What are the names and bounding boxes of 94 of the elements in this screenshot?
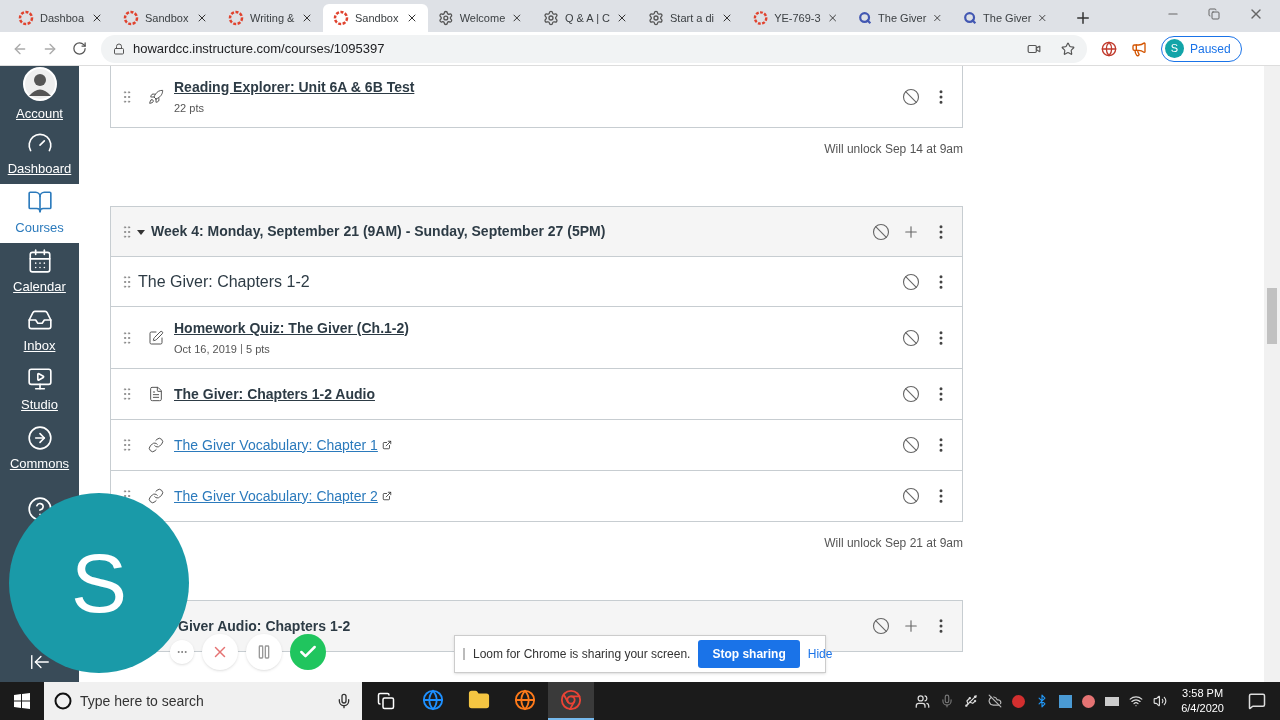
unpublished-icon[interactable] bbox=[902, 436, 920, 454]
close-tab-icon[interactable] bbox=[406, 12, 418, 24]
unpublished-icon[interactable] bbox=[902, 272, 920, 291]
new-tab-icon[interactable] bbox=[1074, 9, 1092, 27]
address-bar[interactable]: howardcc.instructure.com/courses/1095397 bbox=[101, 34, 1087, 63]
cortana-icon bbox=[54, 692, 72, 710]
people-icon[interactable] bbox=[915, 693, 931, 709]
circle-icon bbox=[963, 10, 978, 26]
caret-icon bbox=[137, 227, 145, 236]
gear-icon bbox=[543, 10, 559, 26]
browser-tab[interactable]: Sandbox bbox=[113, 4, 218, 32]
bookmark-icon[interactable] bbox=[1061, 41, 1075, 56]
unlock-note: Will unlock Sep 21 at 9am bbox=[824, 535, 963, 552]
volume-icon[interactable] bbox=[1153, 694, 1168, 708]
browser-tab[interactable]: Dashboa bbox=[8, 4, 113, 32]
item-meta: Oct 16, 2019 bbox=[174, 341, 237, 357]
stop-sharing-button[interactable]: Stop sharing bbox=[698, 640, 800, 668]
unpublished-icon[interactable] bbox=[902, 385, 920, 403]
unpublished-icon[interactable] bbox=[902, 487, 920, 505]
link[interactable]: The Giver Vocabulary: Chapter 1 bbox=[174, 434, 378, 456]
document-icon bbox=[147, 386, 164, 402]
browser-tab[interactable]: The Giver bbox=[848, 4, 953, 32]
usb-icon[interactable] bbox=[964, 694, 979, 708]
item-title[interactable]: Homework Quiz: The Giver (Ch.1-2) bbox=[174, 317, 409, 339]
clock[interactable]: 3:58 PM 6/4/2020 bbox=[1177, 686, 1228, 716]
close-tab-icon[interactable] bbox=[301, 12, 313, 24]
lock-icon bbox=[113, 42, 125, 55]
monitor-icon bbox=[26, 366, 53, 393]
folder-icon bbox=[468, 689, 490, 711]
profile-avatar: S bbox=[1165, 39, 1184, 58]
restore-icon[interactable] bbox=[1208, 8, 1220, 20]
nav-item[interactable]: Courses bbox=[0, 184, 79, 243]
tray-app-icon[interactable] bbox=[1105, 696, 1120, 706]
nav-item[interactable]: Dashboard bbox=[0, 125, 79, 184]
reload-icon[interactable] bbox=[72, 41, 87, 56]
close-tab-icon[interactable] bbox=[91, 12, 103, 24]
link-icon bbox=[147, 488, 164, 504]
nav-item[interactable]: Inbox bbox=[0, 302, 79, 361]
ring-icon bbox=[228, 10, 244, 26]
unpublished-icon[interactable] bbox=[872, 222, 890, 241]
browser-tab[interactable]: Sandbox bbox=[323, 4, 428, 32]
rocket-icon bbox=[147, 88, 164, 105]
megaphone-icon[interactable] bbox=[1131, 40, 1147, 57]
scrollbar-thumb[interactable] bbox=[1267, 288, 1277, 344]
browser-tab[interactable]: Welcome bbox=[428, 4, 533, 32]
tray-app-icon[interactable] bbox=[1059, 694, 1073, 708]
ring-icon bbox=[123, 10, 139, 26]
calendar-icon bbox=[26, 248, 53, 275]
ring-icon bbox=[753, 10, 769, 26]
browser-tab[interactable]: Start a di bbox=[638, 4, 743, 32]
nav-item[interactable]: Studio bbox=[0, 361, 79, 420]
browser-tab[interactable]: YE-769-3 bbox=[743, 4, 848, 32]
task-view-icon[interactable] bbox=[377, 692, 395, 710]
gear-icon bbox=[438, 10, 454, 26]
windows-icon[interactable] bbox=[14, 693, 30, 709]
close-tab-icon[interactable] bbox=[721, 12, 733, 24]
browser-tab[interactable]: Q & A | C bbox=[533, 4, 638, 32]
circle-icon bbox=[858, 10, 873, 26]
external-link-icon bbox=[381, 440, 392, 450]
unlock-note: Will unlock Sep 14 at 9am bbox=[824, 141, 963, 158]
external-link-icon bbox=[381, 491, 392, 501]
close-tab-icon[interactable] bbox=[196, 12, 208, 24]
item-title[interactable]: The Giver: Chapters 1-2 Audio bbox=[174, 383, 375, 405]
quiz-icon bbox=[147, 329, 164, 346]
tray-app-icon[interactable] bbox=[1082, 694, 1096, 708]
wifi-icon[interactable] bbox=[1129, 694, 1144, 708]
close-tab-icon[interactable] bbox=[616, 12, 628, 24]
taskbar-app[interactable] bbox=[548, 682, 594, 720]
unpublished-icon[interactable] bbox=[902, 328, 920, 347]
item-meta: 22 pts bbox=[174, 100, 204, 116]
search-box[interactable]: Type here to search bbox=[44, 682, 362, 720]
globe-icon bbox=[422, 689, 444, 711]
nav-item[interactable]: Commons bbox=[0, 420, 79, 479]
notifications-icon[interactable] bbox=[1248, 692, 1266, 710]
browser-tab[interactable]: Writing & bbox=[218, 4, 323, 32]
pause-icon bbox=[256, 644, 272, 660]
gear-icon bbox=[648, 10, 664, 26]
extension-icon[interactable] bbox=[1101, 40, 1117, 57]
item-title[interactable]: Reading Explorer: Unit 6A & 6B Test bbox=[174, 76, 415, 98]
subheader-title: The Giver: Chapters 1-2 bbox=[137, 271, 310, 292]
item-meta: 5 pts bbox=[246, 341, 270, 357]
ring-icon bbox=[18, 10, 34, 26]
browser-tab[interactable]: The Giver bbox=[953, 4, 1058, 32]
module-header[interactable]: Week 4: Monday, September 21 (9AM) - Sunday, September 27 (5PM) bbox=[111, 207, 962, 257]
unpublished-icon[interactable] bbox=[902, 87, 920, 106]
nav-item[interactable]: Account bbox=[0, 66, 79, 125]
ring-icon bbox=[333, 10, 349, 26]
close-tab-icon[interactable] bbox=[511, 12, 523, 24]
link-icon bbox=[147, 437, 164, 453]
nav-item[interactable]: Calendar bbox=[0, 243, 79, 302]
chrome-icon bbox=[560, 689, 582, 711]
unpublished-icon[interactable] bbox=[872, 617, 890, 635]
cloud-icon[interactable] bbox=[988, 694, 1003, 708]
mic-icon[interactable] bbox=[336, 693, 352, 709]
